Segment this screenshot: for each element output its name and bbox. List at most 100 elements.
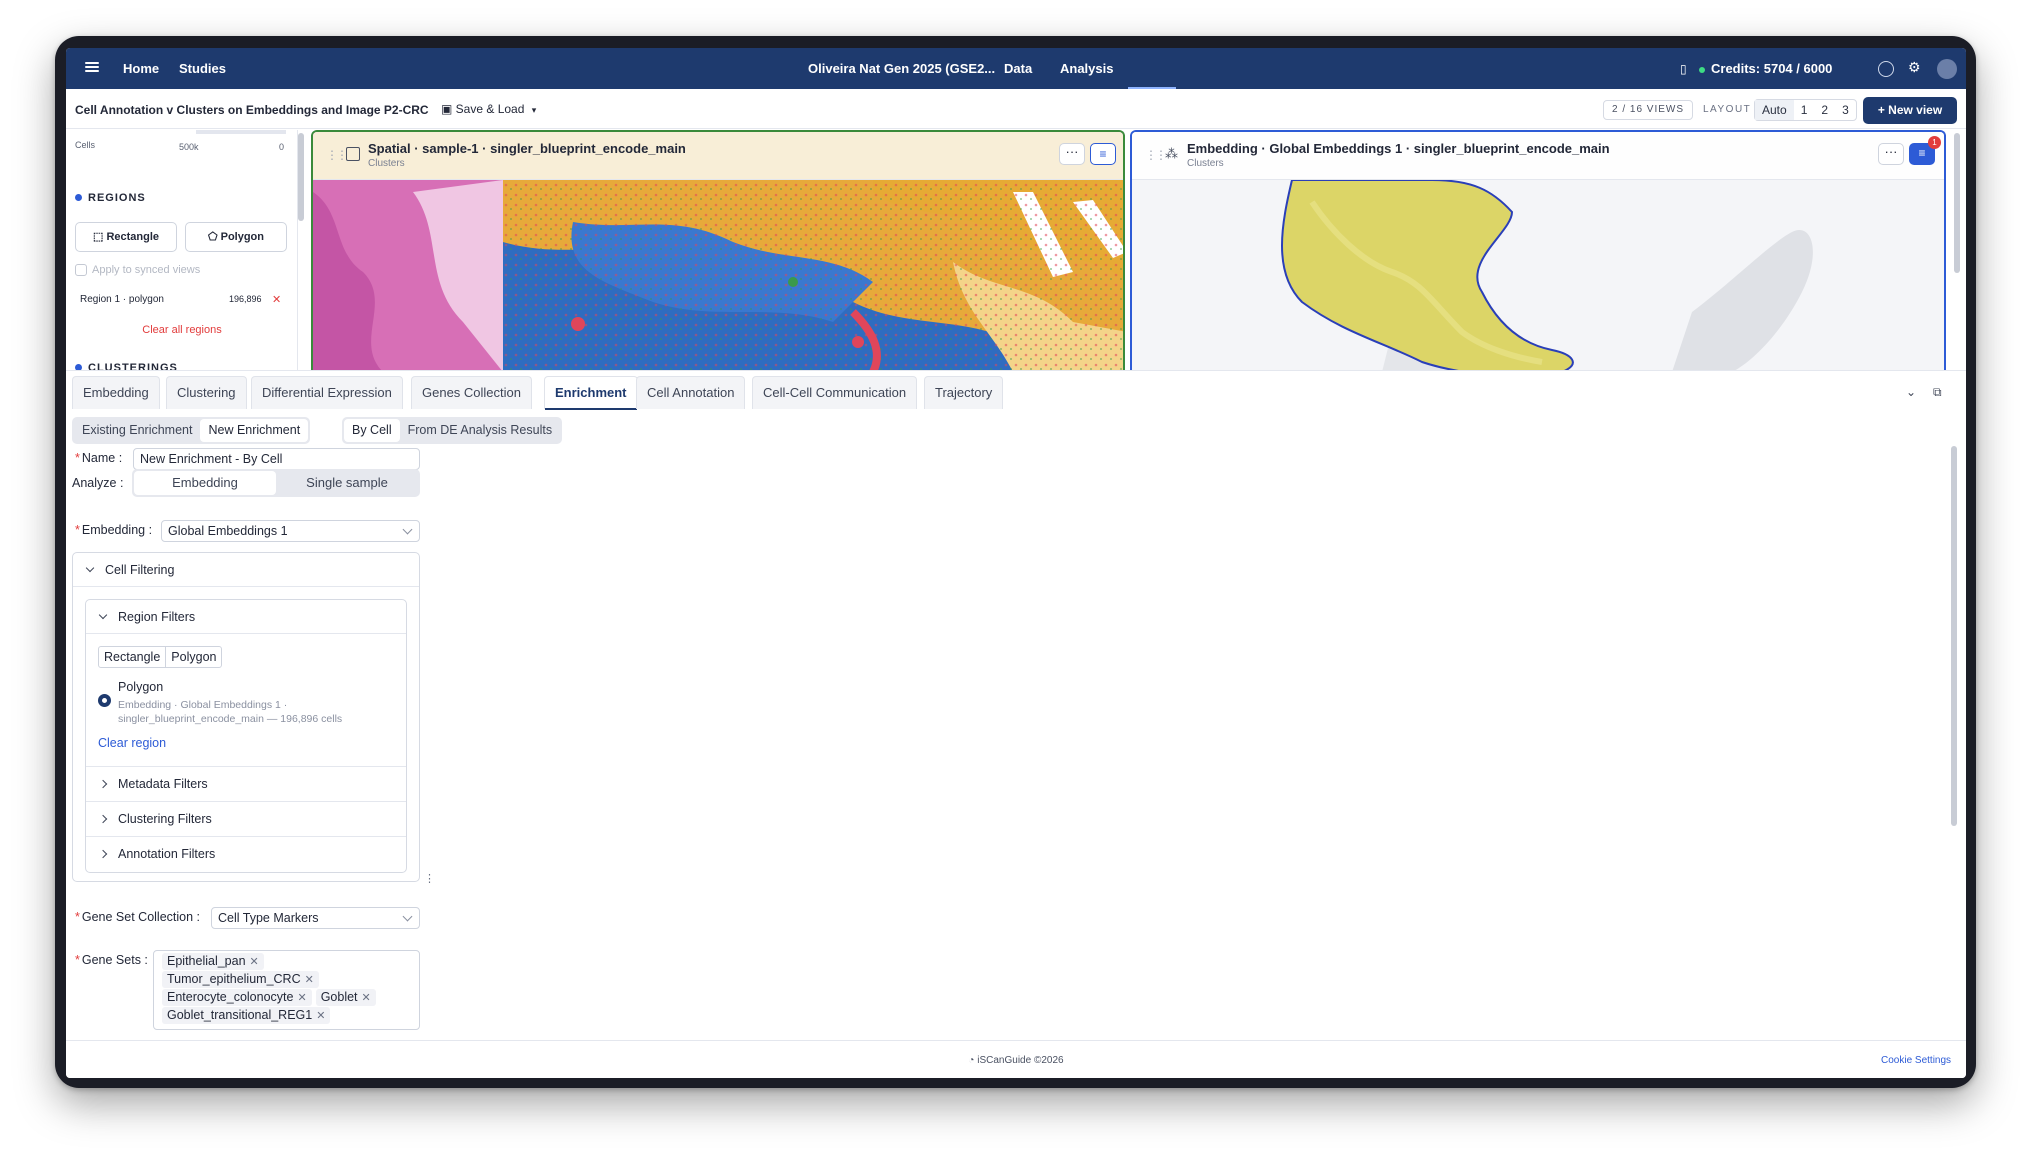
gene-set-tag: Tumor_epithelium_CRC ✕ — [162, 971, 319, 988]
nav-project[interactable]: Oliveira Nat Gen 2025 (GSE2... — [808, 61, 995, 76]
analyze-embedding-option[interactable]: Embedding — [134, 471, 276, 495]
tab-embedding[interactable]: Embedding — [72, 376, 160, 409]
remove-tag-icon[interactable]: ✕ — [362, 992, 371, 1004]
required-marker: * — [75, 910, 80, 924]
cell-filtering-box: Cell Filtering Region Filters Rectangle … — [72, 552, 420, 882]
remove-tag-icon[interactable]: ✕ — [305, 974, 314, 986]
polygon-region-description: Embedding · Global Embeddings 1 · single… — [118, 699, 343, 725]
nav-home[interactable]: Home — [123, 61, 159, 76]
embedding-select[interactable]: Global Embeddings 1 — [161, 520, 420, 542]
top-navigation: Home Studies Oliveira Nat Gen 2025 (GSE2… — [66, 48, 1966, 89]
more-options-button[interactable]: ··· — [1878, 143, 1904, 165]
cookie-settings-link[interactable]: Cookie Settings — [1881, 1055, 1951, 1066]
cell-filtering-header[interactable]: Cell Filtering — [73, 553, 419, 587]
embedding-view-header: ⋮⋮ ⁂ Embedding · Global Embeddings 1 · s… — [1132, 132, 1944, 180]
annotation-filters-row[interactable]: Annotation Filters — [86, 836, 406, 870]
region-shape-toggle: Rectangle Polygon — [98, 646, 223, 668]
tab-genes-collection[interactable]: Genes Collection — [411, 376, 532, 409]
nav-studies[interactable]: Studies — [179, 61, 226, 76]
layout-option-2[interactable]: 2 — [1814, 100, 1835, 120]
tab-cell-cell-communication[interactable]: Cell-Cell Communication — [752, 376, 918, 409]
remove-region-icon[interactable]: ✕ — [272, 293, 281, 306]
views-scrollbar[interactable] — [1954, 133, 1960, 273]
collapse-chevron-icon[interactable]: ⌄ — [1906, 385, 1916, 399]
checkbox-icon — [75, 264, 87, 277]
clustering-filters-row[interactable]: Clustering Filters — [86, 801, 406, 835]
cells-label: Cells — [75, 140, 96, 150]
nav-data[interactable]: Data — [1004, 61, 1032, 76]
analyze-toggle: Embedding Single sample — [132, 469, 420, 497]
new-enrichment-option[interactable]: New Enrichment — [200, 419, 309, 442]
gear-icon[interactable]: ⚙ — [1908, 59, 1921, 76]
scatter-plot-icon: ⁂ — [1165, 146, 1178, 161]
layout-option-auto[interactable]: Auto — [1755, 100, 1794, 120]
user-avatar[interactable] — [1937, 59, 1957, 79]
help-icon[interactable] — [1878, 61, 1894, 77]
credits-text: Credits: 5704 / 6000 — [1711, 61, 1833, 76]
name-label: * Name : — [75, 451, 123, 465]
cells-slider-track[interactable] — [196, 130, 286, 134]
clear-region-link[interactable]: Clear region — [98, 736, 166, 750]
new-view-button[interactable]: + New view — [1863, 97, 1957, 124]
chevron-down-icon — [402, 911, 413, 922]
layout-selector: Auto 1 2 3 — [1754, 99, 1857, 121]
resize-handle-icon[interactable]: ⋮ — [424, 872, 435, 885]
tab-clustering[interactable]: Clustering — [166, 376, 247, 409]
region-item-count: 196,896 — [229, 294, 262, 304]
remove-tag-icon[interactable]: ✕ — [250, 956, 259, 968]
layout-option-1[interactable]: 1 — [1794, 100, 1815, 120]
open-external-icon[interactable]: ⧉ — [1933, 385, 1942, 400]
clusterings-section-title: CLUSTERINGS — [75, 362, 178, 370]
remove-tag-icon[interactable]: ✕ — [316, 1010, 325, 1022]
by-cell-option[interactable]: By Cell — [344, 419, 400, 442]
shape-rectangle-option[interactable]: Rectangle — [99, 647, 165, 667]
spatial-view-header: ⋮⋮ Spatial · sample-1 · singler_blueprin… — [313, 132, 1123, 180]
metadata-filters-row[interactable]: Metadata Filters — [86, 766, 406, 800]
shape-polygon-option[interactable]: Polygon — [165, 647, 221, 667]
page-footer: ◔ iSCanGuide ©2026 Cookie Settings — [66, 1040, 1966, 1078]
existing-enrichment-option[interactable]: Existing Enrichment — [74, 419, 200, 442]
tab-differential-expression[interactable]: Differential Expression — [251, 376, 403, 409]
more-options-button[interactable]: ··· — [1059, 143, 1085, 165]
app-screen: Home Studies Oliveira Nat Gen 2025 (GSE2… — [66, 48, 1966, 1078]
analysis-subheader: Cell Annotation v Clusters on Embeddings… — [66, 89, 1966, 129]
drag-handle-icon[interactable]: ⋮⋮ — [326, 148, 348, 162]
analyze-single-sample-option[interactable]: Single sample — [276, 471, 418, 495]
layout-label: LAYOUT — [1703, 104, 1752, 115]
save-icon: ▣ — [441, 102, 456, 116]
view-controls-panel: Cells 500k 0 REGIONS ⬚ Rectangle ⬠ Polyg… — [66, 130, 298, 370]
tab-cell-annotation[interactable]: Cell Annotation — [636, 376, 746, 409]
clear-all-regions-link[interactable]: Clear all regions — [66, 324, 297, 336]
drag-handle-icon[interactable]: ⋮⋮ — [1145, 148, 1167, 162]
left-panel-scrollbar[interactable] — [298, 133, 304, 221]
content-scrollbar[interactable] — [1951, 446, 1957, 826]
gene-sets-multiselect[interactable]: Epithelial_pan ✕ Tumor_epithelium_CRC ✕ En… — [153, 950, 420, 1030]
spatial-view-subtitle: Clusters — [368, 158, 405, 169]
rectangle-select-icon: ⬚ — [92, 231, 107, 243]
rectangle-region-button[interactable]: ⬚ Rectangle — [75, 222, 177, 252]
apply-synced-checkbox[interactable]: Apply to synced views — [75, 264, 200, 277]
save-load-button[interactable]: ▣ Save & Load ▾ — [441, 102, 536, 116]
nav-analysis[interactable]: Analysis — [1060, 61, 1113, 76]
tab-trajectory[interactable]: Trajectory — [924, 376, 1004, 409]
gene-set-collection-select[interactable]: Cell Type Markers — [211, 907, 420, 929]
filter-icon[interactable]: ≡ — [1090, 143, 1116, 165]
logo-icon: ◔ — [968, 1055, 978, 1066]
tab-enrichment[interactable]: Enrichment — [544, 376, 638, 410]
polygon-radio[interactable] — [98, 694, 111, 707]
remove-tag-icon[interactable]: ✕ — [297, 992, 306, 1004]
polygon-region-button[interactable]: ⬠ Polygon — [185, 222, 287, 252]
name-input[interactable]: New Enrichment - By Cell — [133, 448, 420, 470]
from-de-results-option[interactable]: From DE Analysis Results — [400, 419, 560, 442]
menu-icon[interactable] — [85, 60, 99, 74]
layout-option-3[interactable]: 3 — [1835, 100, 1856, 120]
views-count-badge: 2 / 16 VIEWS — [1603, 100, 1694, 120]
plus-icon: + — [1877, 103, 1889, 117]
gene-set-tag: Goblet ✕ — [315, 989, 376, 1006]
filter-count-badge: 1 — [1928, 136, 1941, 149]
enrichment-mode-toggle: Existing Enrichment New Enrichment — [72, 417, 311, 444]
analyze-label: Analyze : — [72, 476, 124, 490]
region-filters-header[interactable]: Region Filters — [86, 600, 406, 634]
document-icon[interactable]: ▯ — [1680, 62, 1687, 76]
regions-section-title: REGIONS — [75, 192, 146, 204]
